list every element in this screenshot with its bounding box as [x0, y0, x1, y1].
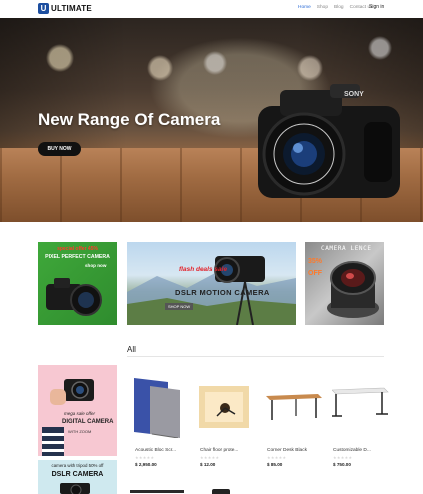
product-name[interactable]: Customizable D... — [333, 448, 371, 453]
promo-title: PIXEL PERFECT CAMERA — [45, 254, 110, 260]
promo-title: DSLR MOTION CAMERA — [175, 288, 270, 297]
product-card[interactable]: Chair floor prote... ★★★★★ $ 12.00 — [199, 372, 257, 467]
product-price: $ 2,950.00 — [135, 462, 157, 467]
product-price: $ 85.00 — [267, 462, 283, 467]
nav-shop[interactable]: Shop — [317, 5, 328, 10]
product-image-partial — [212, 489, 230, 494]
banner-title: DSLR CAMERA — [51, 471, 104, 478]
banner-subtitle: WITH ZOOM — [68, 429, 92, 434]
logo-icon: U — [38, 3, 49, 14]
product-image — [266, 394, 322, 420]
side-banner-dslr-camera[interactable]: camera with tripod 50% off DSLR CAMERA — [38, 460, 117, 494]
promo-shop-button[interactable]: SHOP NOW — [165, 303, 194, 310]
product-image — [134, 378, 180, 438]
product-card[interactable]: Acoustic Bloc Scr... ★★★★★ $ 2,950.00 — [134, 372, 192, 467]
banner-offer-text: camera with tripod 50% off — [51, 463, 104, 468]
camera-brand-text: SONY — [344, 91, 364, 98]
promo-flash-text: flash deals sale — [179, 266, 228, 273]
product-price: $ 12.00 — [200, 462, 216, 467]
site-header: U ULTIMATE Home Shop Blog Contact us Sig… — [0, 0, 423, 18]
product-name[interactable]: Corner Desk Black — [267, 448, 307, 453]
product-image — [332, 387, 389, 417]
promo-scenery — [127, 256, 296, 325]
product-price: $ 750.00 — [333, 462, 351, 467]
product-card[interactable]: Customizable D... ★★★★★ $ 750.00 — [332, 372, 390, 467]
product-image-partial — [130, 490, 184, 493]
rating-stars: ★★★★★ — [267, 455, 287, 460]
product-name[interactable]: Chair floor prote... — [200, 448, 238, 453]
promo-pixel-perfect[interactable]: special offer 45% PIXEL PERFECT CAMERA s… — [38, 242, 117, 325]
banner-offer-text: mega sale offer — [64, 411, 96, 416]
rating-stars: ★★★★★ — [200, 455, 220, 460]
side-banner-digital-camera[interactable]: mega sale offer DIGITAL CAMERA WITH ZOOM — [38, 365, 117, 456]
nav-blog[interactable]: Blog — [334, 5, 344, 10]
camera-image — [46, 278, 102, 316]
promo-camera-lens[interactable]: CAMERA LENCE 35% OFF — [305, 242, 384, 325]
main-nav: Home Shop Blog Contact us — [298, 5, 373, 10]
hand-camera-image — [50, 379, 94, 405]
product-name[interactable]: Acoustic Bloc Scr... — [135, 448, 176, 453]
banner-title: DIGITAL CAMERA — [62, 419, 114, 425]
sign-in-link[interactable]: Sign in — [369, 4, 384, 10]
promo-dslr-motion[interactable]: flash deals sale DSLR MOTION CAMERA SHOP… — [127, 242, 296, 325]
promo-shop-link[interactable]: shop now — [85, 263, 106, 268]
promo-discount: 35% OFF — [308, 258, 323, 277]
camera-image — [60, 483, 90, 494]
product-image — [199, 386, 249, 428]
category-title[interactable]: All — [127, 345, 136, 354]
promo-title: CAMERA LENCE — [321, 245, 372, 252]
site-logo[interactable]: U ULTIMATE — [38, 3, 92, 14]
nav-home[interactable]: Home — [298, 5, 311, 10]
rating-stars: ★★★★★ — [135, 455, 155, 460]
brand-name: ULTIMATE — [51, 4, 92, 13]
rating-stars: ★★★★★ — [333, 455, 353, 460]
camera-image: SONY — [258, 84, 400, 198]
promo-offer-text: special offer 45% — [57, 246, 98, 252]
lens-image — [327, 261, 379, 318]
hero-title: New Range Of Camera — [38, 110, 221, 129]
category-divider — [127, 356, 384, 357]
hero-banner: New Range Of Camera BUY NOW SONY — [0, 18, 423, 222]
buy-now-button[interactable]: BUY NOW — [38, 142, 81, 156]
sleeve-image — [42, 427, 64, 456]
product-card[interactable]: Corner Desk Black ★★★★★ $ 85.00 — [266, 372, 324, 467]
